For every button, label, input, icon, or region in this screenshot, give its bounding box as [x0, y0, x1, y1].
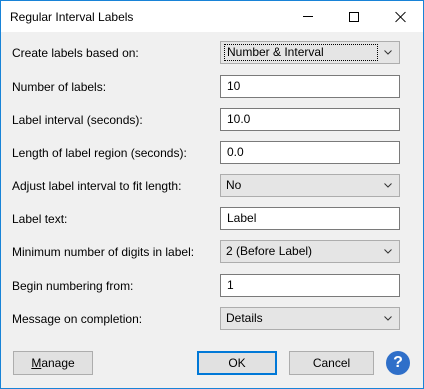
close-button[interactable]: [377, 1, 423, 32]
manage-mnemonic: M: [31, 356, 42, 370]
maximize-icon: [349, 11, 359, 22]
create-labels-value: Number & Interval: [224, 44, 378, 61]
begin-numbering-label: Begin numbering from:: [12, 279, 134, 293]
title-bar[interactable]: Regular Interval Labels: [1, 1, 423, 32]
create-labels-label: Create labels based on:: [12, 46, 139, 60]
number-of-labels-label: Number of labels:: [12, 80, 107, 94]
number-of-labels-field[interactable]: 10: [220, 75, 400, 98]
maximize-button[interactable]: [331, 1, 377, 32]
chevron-down-icon: [384, 50, 392, 55]
chevron-down-icon: [384, 249, 392, 254]
manage-button-label: anage: [41, 356, 75, 370]
label-interval-field[interactable]: 10.0: [220, 108, 400, 131]
min-digits-value: 2 (Before Label): [226, 244, 313, 258]
completion-message-label: Message on completion:: [12, 312, 143, 326]
manage-button[interactable]: Manage: [13, 351, 93, 375]
help-icon[interactable]: ?: [386, 351, 410, 375]
min-digits-select[interactable]: 2 (Before Label): [220, 240, 400, 263]
chevron-down-icon: [384, 316, 392, 321]
cancel-button[interactable]: Cancel: [289, 351, 374, 375]
label-region-length-label: Length of label region (seconds):: [12, 146, 187, 160]
completion-message-value: Details: [226, 311, 263, 325]
label-region-length-field[interactable]: 0.0: [220, 141, 400, 164]
adjust-interval-select[interactable]: No: [220, 174, 400, 197]
create-labels-select[interactable]: Number & Interval: [220, 41, 400, 64]
ok-button[interactable]: OK: [197, 351, 277, 375]
dialog-window: Regular Interval Labels Create labels ba…: [0, 0, 424, 389]
minimize-icon: [303, 16, 313, 17]
min-digits-label: Minimum number of digits in label:: [12, 245, 195, 259]
chevron-down-icon: [384, 183, 392, 188]
minimize-button[interactable]: [285, 1, 331, 32]
completion-message-select[interactable]: Details: [220, 307, 400, 330]
window-title: Regular Interval Labels: [10, 10, 134, 24]
adjust-interval-value: No: [226, 178, 242, 192]
adjust-interval-label: Adjust label interval to fit length:: [12, 179, 182, 193]
begin-numbering-field[interactable]: 1: [220, 274, 400, 297]
close-icon: [395, 11, 406, 22]
label-text-field[interactable]: Label: [220, 207, 400, 230]
label-interval-label: Label interval (seconds):: [12, 113, 143, 127]
label-text-label: Label text:: [12, 212, 68, 226]
